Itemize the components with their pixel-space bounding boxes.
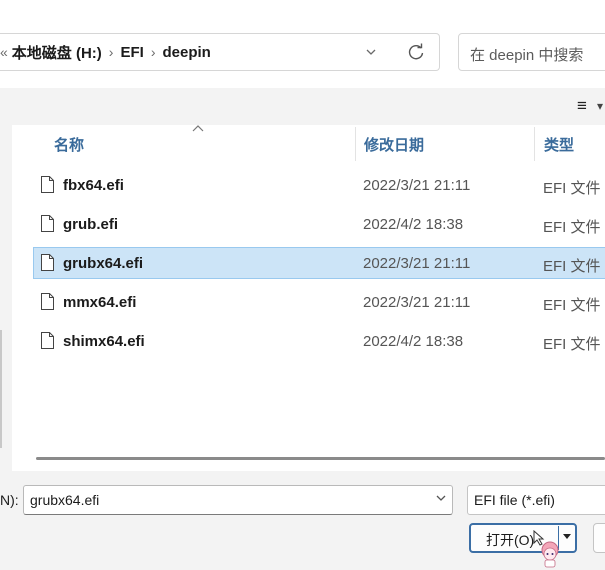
file-date: 2022/3/21 21:11 bbox=[363, 294, 471, 311]
file-date: 2022/4/2 18:38 bbox=[363, 216, 464, 233]
navigation-pane-scrollbar[interactable] bbox=[0, 330, 2, 448]
file-icon bbox=[41, 215, 54, 232]
horizontal-scrollbar[interactable] bbox=[36, 457, 605, 460]
file-date: 2022/4/2 18:38 bbox=[363, 333, 464, 350]
file-date: 2022/3/21 21:11 bbox=[363, 255, 471, 272]
chevron-down-icon bbox=[366, 49, 376, 55]
search-input[interactable]: 在 deepin 中搜索 bbox=[470, 44, 583, 65]
open-button-label[interactable]: 打开(O) bbox=[486, 530, 534, 550]
refresh-icon bbox=[408, 43, 424, 60]
filename-label: N): bbox=[0, 492, 19, 508]
file-type: EFI 文件 bbox=[543, 219, 601, 236]
file-type: EFI 文件 bbox=[543, 336, 601, 353]
column-divider[interactable] bbox=[534, 127, 535, 161]
filename-value[interactable]: grubx64.efi bbox=[30, 492, 99, 508]
file-date: 2022/3/21 21:11 bbox=[363, 177, 471, 194]
column-header-type[interactable]: 类型 bbox=[544, 134, 574, 155]
file-name[interactable]: shimx64.efi bbox=[63, 333, 145, 350]
column-header-date[interactable]: 修改日期 bbox=[364, 134, 424, 155]
file-icon bbox=[41, 176, 54, 193]
breadcrumb-item-drive[interactable]: 本地磁盘 (H:) bbox=[12, 42, 102, 63]
toolbar bbox=[0, 88, 605, 125]
breadcrumb-overflow[interactable]: « bbox=[0, 44, 8, 60]
list-view-icon[interactable]: ≡ bbox=[572, 96, 592, 116]
breadcrumb-item-deepin[interactable]: deepin bbox=[162, 44, 210, 61]
breadcrumb: « 本地磁盘 (H:) › EFI › deepin bbox=[0, 42, 211, 62]
column-divider[interactable] bbox=[355, 127, 356, 161]
column-header-name[interactable]: 名称 bbox=[54, 134, 84, 155]
refresh-button[interactable] bbox=[405, 41, 427, 63]
file-type: EFI 文件 bbox=[543, 180, 601, 197]
chevron-down-icon bbox=[436, 495, 446, 501]
file-name[interactable]: mmx64.efi bbox=[63, 294, 136, 311]
file-name[interactable]: grubx64.efi bbox=[63, 255, 143, 272]
address-history-dropdown[interactable] bbox=[362, 42, 380, 62]
file-icon bbox=[41, 254, 54, 271]
file-type: EFI 文件 bbox=[543, 258, 601, 275]
view-options-dropdown[interactable]: ▾ bbox=[597, 96, 605, 116]
file-name[interactable]: fbx64.efi bbox=[63, 177, 124, 194]
file-row[interactable] bbox=[33, 208, 605, 240]
filename-dropdown[interactable] bbox=[434, 491, 448, 508]
file-name[interactable]: grub.efi bbox=[63, 216, 118, 233]
breadcrumb-separator[interactable]: › bbox=[109, 44, 114, 60]
file-type-filter-value[interactable]: EFI file (*.efi) bbox=[474, 492, 555, 508]
sort-ascending-icon bbox=[192, 125, 204, 132]
caret-down-icon[interactable] bbox=[562, 531, 572, 541]
mascot-cursor-icon bbox=[541, 541, 559, 568]
file-icon bbox=[41, 332, 54, 349]
breadcrumb-item-efi[interactable]: EFI bbox=[120, 44, 143, 61]
file-icon bbox=[41, 293, 54, 310]
breadcrumb-separator[interactable]: › bbox=[151, 44, 156, 60]
file-type: EFI 文件 bbox=[543, 297, 601, 314]
cancel-button[interactable] bbox=[593, 523, 605, 553]
